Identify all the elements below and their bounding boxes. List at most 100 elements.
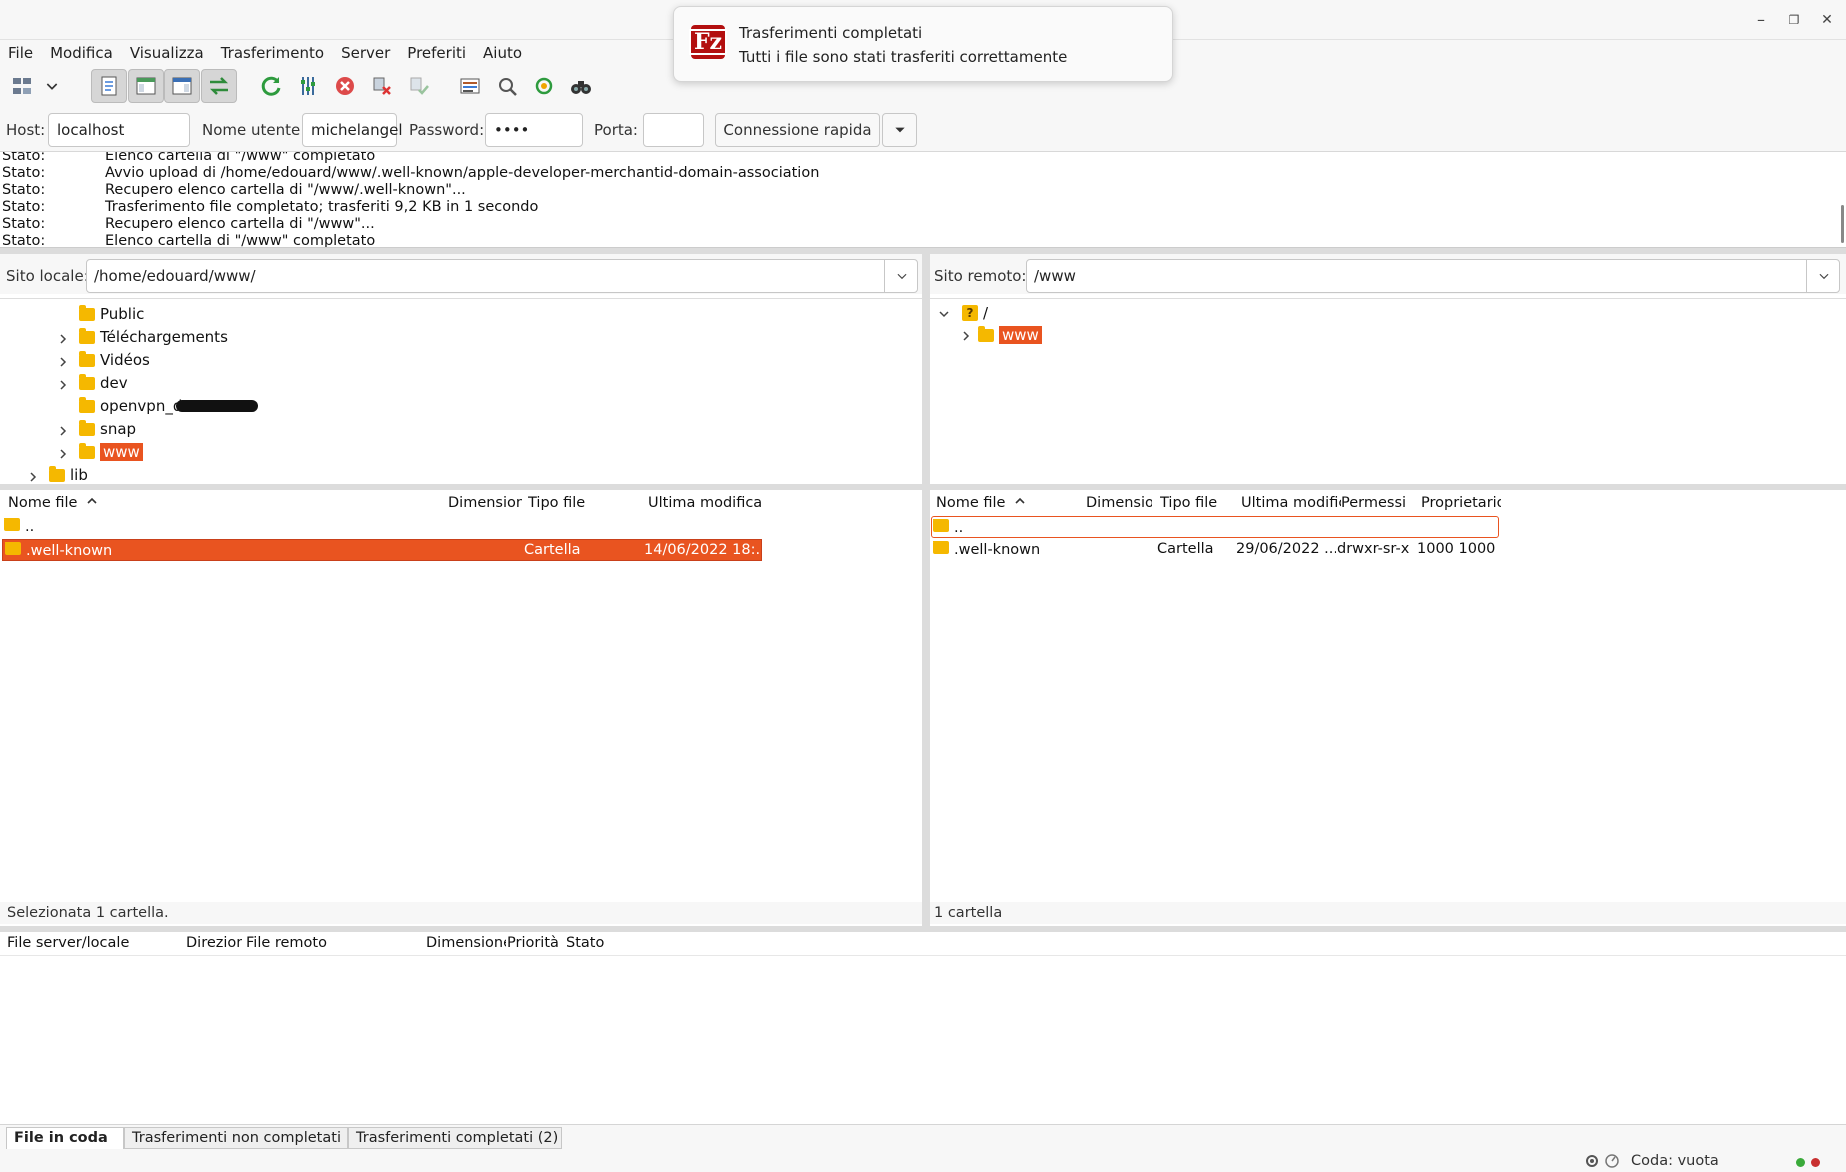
col-dimensione[interactable]: Dimensione (426, 935, 506, 951)
folder-icon (79, 373, 95, 390)
toggle-local-tree-button[interactable] (128, 69, 164, 103)
site-manager-dropdown[interactable] (40, 69, 64, 103)
list-item-owner: 1000 1000 (1417, 541, 1496, 557)
menu-file[interactable]: File (8, 44, 33, 62)
chevron-down-icon[interactable] (938, 308, 950, 320)
site-manager-button[interactable] (4, 69, 40, 103)
tree-item-telechargements[interactable]: Téléchargements (79, 326, 228, 348)
cancel-operation-button[interactable] (327, 69, 363, 103)
menu-server[interactable]: Server (341, 44, 390, 62)
folder-icon (978, 325, 994, 342)
tree-item-public[interactable]: Public (79, 303, 144, 325)
quickconnect-button[interactable]: Connessione rapida (715, 113, 880, 147)
col-permessi[interactable]: Permessi (1341, 495, 1406, 511)
remote-tree-splitter[interactable] (930, 484, 1846, 490)
col-tipo-file[interactable]: Tipo file (528, 495, 585, 511)
tree-item-www[interactable]: www (79, 441, 143, 463)
col-direzione[interactable]: Direzione (186, 935, 242, 951)
directory-listing-filters-button[interactable] (452, 69, 488, 103)
tree-item-dev[interactable]: dev (79, 372, 128, 394)
col-file-remoto[interactable]: File remoto (246, 935, 327, 951)
tree-item-www[interactable]: www (978, 324, 1042, 346)
chevron-right-icon[interactable] (27, 471, 39, 483)
log-scrollbar[interactable] (1841, 205, 1844, 243)
tab-trasferimenti-completati[interactable]: Trasferimenti completati (2) (348, 1127, 562, 1149)
col-ultima-modifica[interactable]: Ultima modifica (648, 495, 762, 511)
disconnect-button[interactable] (364, 69, 400, 103)
list-item-name: .. (4, 518, 34, 535)
col-proprietario[interactable]: Proprietario (1421, 495, 1501, 511)
gear-icon[interactable] (1584, 1153, 1600, 1169)
col-ultima-modifica[interactable]: Ultima modifica (1241, 495, 1341, 511)
close-button[interactable]: ✕ (1812, 8, 1842, 32)
chevron-right-icon[interactable] (960, 330, 972, 342)
chevron-right-icon[interactable] (57, 425, 69, 437)
col-priorita[interactable]: Priorità (507, 935, 559, 951)
local-path-input[interactable]: /home/edouard/www/ (86, 259, 918, 293)
col-stato[interactable]: Stato (566, 935, 604, 951)
toggle-remote-tree-button[interactable] (164, 69, 200, 103)
tab-file-in-coda[interactable]: File in coda (6, 1127, 124, 1149)
bottom-status-bar: Coda: vuota (0, 1150, 1846, 1172)
pane-splitter[interactable] (922, 254, 930, 926)
menu-trasferimento[interactable]: Trasferimento (221, 44, 324, 62)
list-item[interactable]: .well-known Cartella 14/06/2022 18:... (2, 539, 762, 561)
cancel-icon (336, 77, 354, 95)
minimize-button[interactable]: – (1746, 8, 1776, 32)
sort-asc-icon (87, 497, 97, 504)
col-tipo-file[interactable]: Tipo file (1160, 495, 1217, 511)
filter-button[interactable] (290, 69, 326, 103)
password-input[interactable]: •••• (485, 113, 583, 147)
sync-icon (535, 77, 553, 95)
toggle-log-button[interactable] (91, 69, 127, 103)
menu-preferiti[interactable]: Preferiti (407, 44, 466, 62)
local-tree-splitter[interactable] (0, 484, 922, 490)
menu-aiuto[interactable]: Aiuto (483, 44, 522, 62)
col-dimensione[interactable]: Dimensione (1086, 495, 1152, 511)
local-path-dropdown[interactable] (884, 260, 918, 292)
restore-button[interactable]: ❐ (1779, 8, 1809, 32)
quickconnect-history-dropdown[interactable] (882, 113, 917, 147)
chevron-right-icon[interactable] (57, 356, 69, 368)
col-dimensione[interactable]: Dimensione (448, 495, 522, 511)
tree-item-snap[interactable]: snap (79, 418, 136, 440)
port-input[interactable] (643, 113, 704, 147)
sync-browse-button[interactable] (489, 69, 525, 103)
toggle-queue-button[interactable] (201, 69, 237, 103)
reconnect-button[interactable] (401, 69, 437, 103)
refresh-button[interactable] (253, 69, 289, 103)
host-input[interactable]: localhost (48, 113, 190, 147)
list-item[interactable]: .. (2, 516, 760, 538)
list-item[interactable]: .well-known Cartella 29/06/2022 ... drwx… (932, 539, 1500, 561)
chevron-down-icon (897, 273, 906, 280)
col-nome-file[interactable]: Nome file (8, 495, 98, 511)
folder-icon (79, 327, 95, 344)
chevron-right-icon[interactable] (57, 379, 69, 391)
toggle-sync-button[interactable] (526, 69, 562, 103)
remote-site-label: Sito remoto: (934, 267, 1027, 285)
search-folder-icon (499, 78, 517, 96)
remote-path-input[interactable]: /www (1026, 259, 1840, 293)
tree-item-openvpn[interactable]: openvpn_d (79, 395, 259, 417)
speed-limit-icon[interactable] (1604, 1153, 1620, 1169)
tree-item-videos[interactable]: Vidéos (79, 349, 150, 371)
menu-modifica[interactable]: Modifica (50, 44, 113, 62)
menu-visualizza[interactable]: Visualizza (130, 44, 204, 62)
local-site-bar: Sito locale: /home/edouard/www/ (0, 254, 922, 294)
list-item-permissions: drwxr-sr-x (1337, 541, 1410, 557)
folder-icon (4, 518, 20, 531)
tree-item-lib[interactable]: lib (49, 464, 88, 484)
transfer-complete-notification[interactable]: Fz Trasferimenti completati Tutti i file… (673, 6, 1173, 82)
queue-tabs: File in coda Trasferimenti non completat… (0, 1124, 1846, 1150)
tree-item-root[interactable]: ? / (962, 302, 988, 324)
list-item[interactable]: .. (931, 516, 1499, 538)
col-file-server-locale[interactable]: File server/locale (7, 935, 129, 951)
chevron-right-icon[interactable] (57, 333, 69, 345)
username-input[interactable]: michelangel (302, 113, 403, 147)
search-remote-button[interactable] (563, 69, 599, 103)
folder-icon (79, 419, 95, 436)
col-nome-file[interactable]: Nome file (936, 495, 1026, 511)
remote-path-dropdown[interactable] (1806, 260, 1840, 292)
chevron-right-icon[interactable] (57, 448, 69, 460)
tab-trasferimenti-non-completati[interactable]: Trasferimenti non completati (124, 1127, 348, 1149)
